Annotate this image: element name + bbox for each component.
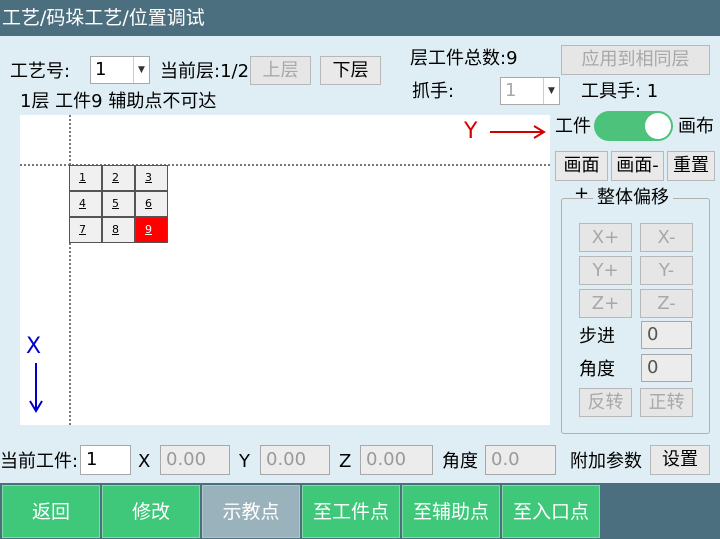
reset-view-button[interactable]: 重置 bbox=[667, 151, 715, 181]
workpiece-grid: 1 2 3 4 5 6 7 8 9 bbox=[69, 165, 168, 243]
status-text: 1层 工件9 辅助点不可达 bbox=[20, 91, 217, 112]
workpiece-cell[interactable]: 2 bbox=[102, 165, 135, 191]
angle-input[interactable]: 0.0 bbox=[485, 445, 556, 475]
step-label: 步进 bbox=[579, 326, 615, 347]
workpiece-cell[interactable]: 6 bbox=[135, 191, 168, 217]
gripper-value: 1 bbox=[505, 80, 517, 101]
gripper-select[interactable]: 1 ▼ bbox=[500, 77, 560, 105]
process-select[interactable]: 1 ▼ bbox=[90, 56, 150, 84]
teach-point-button[interactable]: 示教点 bbox=[202, 485, 300, 538]
chevron-down-icon: ▼ bbox=[133, 57, 149, 83]
zoom-out-button[interactable]: 画面- bbox=[611, 151, 664, 181]
current-layer-label: 当前层:1/2 bbox=[160, 61, 250, 82]
zoom-in-button[interactable]: 画面+ bbox=[555, 151, 608, 204]
z-plus-button[interactable]: Z+ bbox=[579, 289, 632, 318]
offset-group-title: 整体偏移 bbox=[593, 186, 673, 210]
x-plus-button[interactable]: X+ bbox=[579, 223, 632, 252]
gripper-label: 抓手: bbox=[412, 81, 455, 102]
workpiece-cell[interactable]: 5 bbox=[102, 191, 135, 217]
x-minus-button[interactable]: X- bbox=[640, 223, 693, 252]
y-axis-indicator: Y bbox=[464, 119, 548, 144]
to-aux-point-button[interactable]: 至辅助点 bbox=[402, 485, 500, 538]
x-coord-label: X bbox=[138, 451, 151, 472]
x-axis-indicator: X bbox=[26, 335, 46, 413]
toggle-left-label: 工件 bbox=[555, 116, 591, 137]
angle-label: 角度 bbox=[442, 451, 478, 472]
apply-same-layer-button[interactable]: 应用到相同层 bbox=[561, 45, 710, 75]
workpiece-cell[interactable]: 8 bbox=[102, 217, 135, 243]
current-workpiece-label: 当前工件: bbox=[0, 451, 79, 472]
toggle-right-label: 画布 bbox=[678, 116, 714, 137]
y-plus-button[interactable]: Y+ bbox=[579, 256, 632, 285]
canvas-mode-toggle[interactable] bbox=[594, 111, 673, 141]
z-coord-label: Z bbox=[339, 451, 352, 472]
y-coord-input[interactable]: 0.00 bbox=[260, 445, 330, 475]
angle-step-input[interactable]: 0 bbox=[641, 354, 692, 382]
toggle-knob bbox=[645, 113, 671, 139]
layout-canvas[interactable]: 1 2 3 4 5 6 7 8 9 Y X bbox=[20, 115, 550, 425]
settings-button[interactable]: 设置 bbox=[650, 445, 710, 475]
window-title: 工艺/码垛工艺/位置调试 bbox=[0, 0, 720, 36]
workpiece-cell[interactable]: 1 bbox=[69, 165, 102, 191]
y-coord-label: Y bbox=[239, 451, 250, 472]
layer-up-button[interactable]: 上层 bbox=[250, 56, 311, 85]
rotate-reverse-button[interactable]: 反转 bbox=[579, 388, 632, 417]
tool-label: 工具手: 1 bbox=[581, 81, 659, 102]
modify-button[interactable]: 修改 bbox=[102, 485, 200, 538]
step-input[interactable]: 0 bbox=[641, 321, 692, 349]
workpiece-cell[interactable]: 3 bbox=[135, 165, 168, 191]
z-minus-button[interactable]: Z- bbox=[640, 289, 693, 318]
to-workpiece-point-button[interactable]: 至工件点 bbox=[302, 485, 400, 538]
y-minus-button[interactable]: Y- bbox=[640, 256, 693, 285]
rotate-forward-button[interactable]: 正转 bbox=[640, 388, 693, 417]
y-axis-label: Y bbox=[464, 119, 478, 144]
workpiece-cell-selected[interactable]: 9 bbox=[135, 217, 168, 243]
angle-step-label: 角度 bbox=[579, 359, 615, 380]
chevron-down-icon: ▼ bbox=[543, 78, 559, 104]
current-workpiece-input[interactable]: 1 bbox=[80, 445, 131, 475]
process-value: 1 bbox=[95, 59, 107, 80]
x-axis-label: X bbox=[26, 334, 42, 359]
total-workpieces-label: 层工件总数:9 bbox=[410, 48, 518, 69]
to-entry-point-button[interactable]: 至入口点 bbox=[502, 485, 600, 538]
workpiece-cell[interactable]: 7 bbox=[69, 217, 102, 243]
workpiece-cell[interactable]: 4 bbox=[69, 191, 102, 217]
arrow-down-icon bbox=[29, 363, 43, 413]
x-guide-line bbox=[69, 115, 71, 425]
z-coord-input[interactable]: 0.00 bbox=[360, 445, 433, 475]
x-coord-input[interactable]: 0.00 bbox=[160, 445, 230, 475]
process-label: 工艺号: bbox=[10, 61, 71, 82]
layer-down-button[interactable]: 下层 bbox=[320, 56, 381, 85]
arrow-right-icon bbox=[490, 125, 547, 139]
back-button[interactable]: 返回 bbox=[2, 485, 100, 538]
extra-params-label: 附加参数 bbox=[570, 451, 642, 472]
